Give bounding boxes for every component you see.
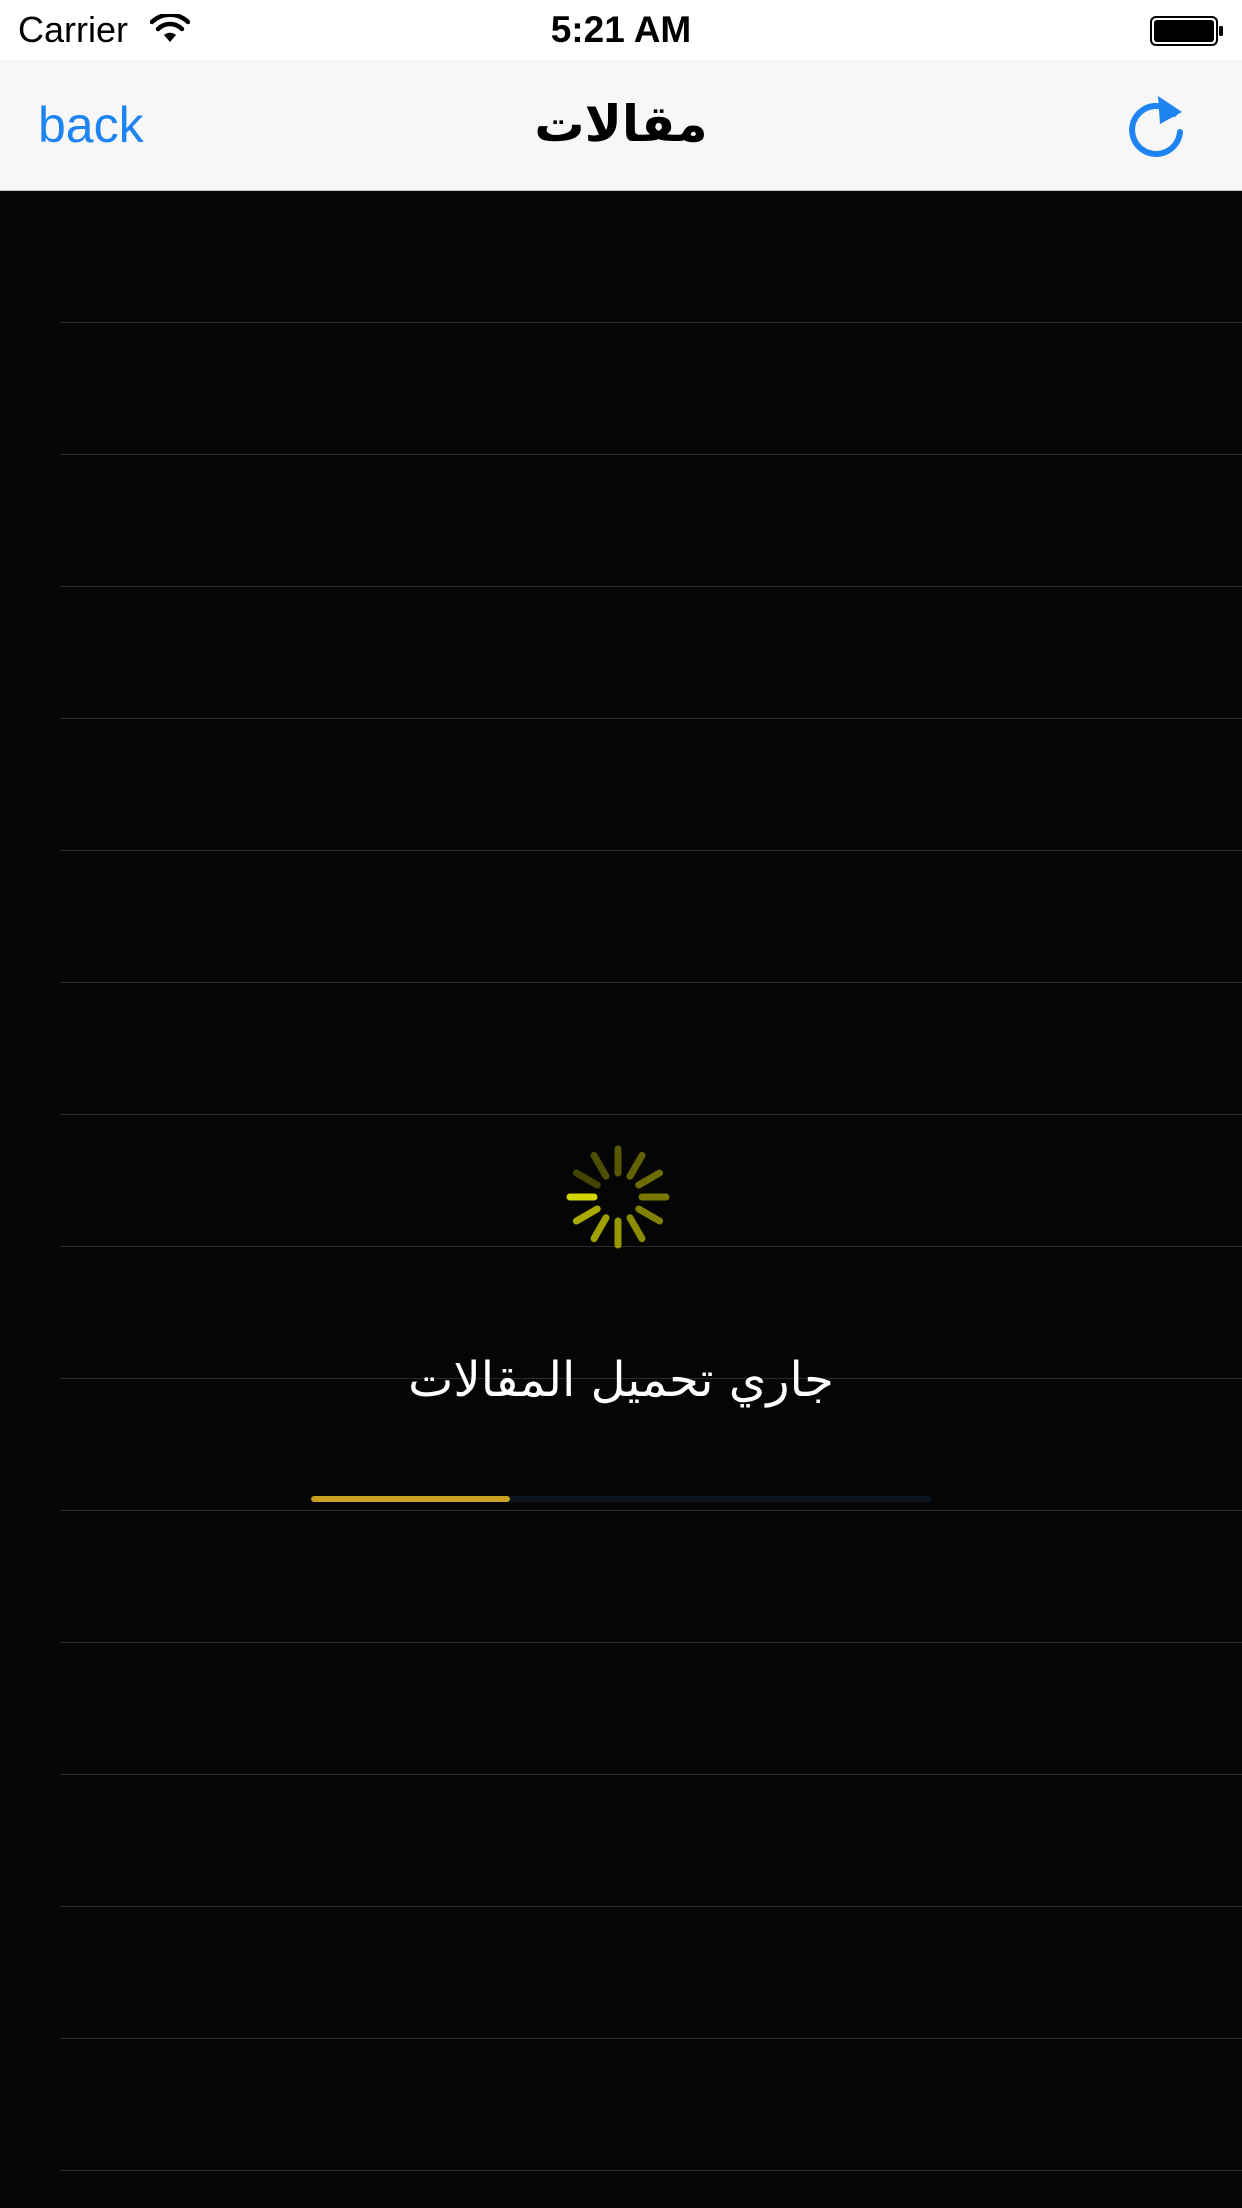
spinner-spoke (626, 1151, 646, 1180)
refresh-icon[interactable] (1122, 90, 1192, 164)
spinner-spoke (626, 1214, 646, 1243)
table-row-separator (60, 454, 1242, 455)
status-bar: Carrier 5:21 AM (0, 0, 1242, 60)
table-row-separator (60, 982, 1242, 983)
navigation-bar: back مقالات (0, 60, 1242, 191)
table-row-separator (60, 1642, 1242, 1643)
spinner-spoke (572, 1205, 601, 1225)
activity-spinner-icon (566, 1145, 670, 1249)
status-time: 5:21 AM (550, 9, 692, 50)
spinner-spoke (635, 1205, 664, 1225)
table-row-separator (60, 1906, 1242, 1907)
table-row-separator (60, 2170, 1242, 2171)
spinner-spoke (572, 1169, 601, 1189)
table-row-separator (60, 850, 1242, 851)
page-title: مقالات (534, 95, 708, 153)
table-row-separator (60, 1114, 1242, 1115)
spinner-spoke (635, 1169, 664, 1189)
table-row-separator (60, 2038, 1242, 2039)
table-row-separator (60, 1510, 1242, 1511)
table-row-separator (60, 718, 1242, 719)
table-row-separator (60, 322, 1242, 323)
table-row-separator (60, 1774, 1242, 1775)
loading-message: جاري تحميل المقالات (408, 1352, 834, 1408)
loading-progress-bar (311, 1496, 932, 1502)
spinner-spoke (590, 1151, 610, 1180)
spinner-spoke (590, 1214, 610, 1243)
table-row-separator (60, 586, 1242, 587)
battery-icon (1150, 16, 1223, 46)
loading-progress-fill (311, 1496, 510, 1502)
